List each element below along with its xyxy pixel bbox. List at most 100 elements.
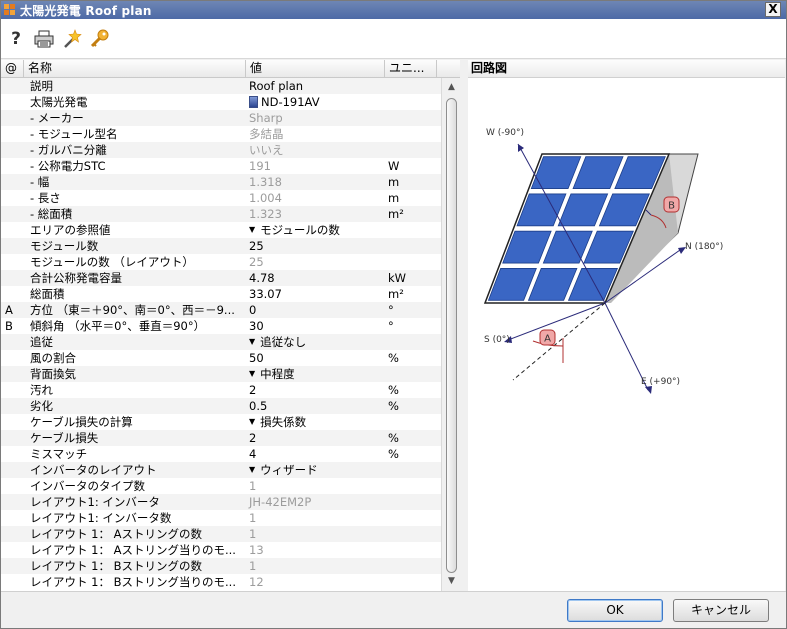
table-row[interactable]: - 総面積 1.323 m² bbox=[1, 206, 441, 222]
marker-a-label: A bbox=[544, 334, 551, 345]
table-row[interactable]: 汚れ 2% bbox=[1, 382, 441, 398]
table-row[interactable]: レイアウト1: インバータ JH-42EM2P bbox=[1, 494, 441, 510]
scroll-down-arrow[interactable]: ▼ bbox=[444, 574, 459, 589]
table-row[interactable]: ケーブル損失 2% bbox=[1, 430, 441, 446]
property-value[interactable]: 4 bbox=[246, 446, 385, 462]
property-value[interactable]: Roof plan bbox=[246, 78, 385, 94]
north-label: N (180°) bbox=[685, 242, 723, 252]
table-row[interactable]: 風の割合 50% bbox=[1, 350, 441, 366]
property-value: 1 bbox=[246, 510, 385, 526]
cancel-button[interactable]: キャンセル bbox=[673, 599, 769, 622]
vertical-scrollbar[interactable]: ▲ ▼ bbox=[441, 78, 460, 591]
print-icon[interactable] bbox=[33, 27, 55, 51]
table-row[interactable]: - 幅 1.318 m bbox=[1, 174, 441, 190]
header-at[interactable]: @ bbox=[1, 60, 24, 78]
table-row[interactable]: 追従 ▼ 追従なし bbox=[1, 334, 441, 350]
south-arrow bbox=[507, 302, 606, 341]
table-row[interactable]: モジュール数 25 bbox=[1, 238, 441, 254]
property-value[interactable]: 0.5 bbox=[246, 398, 385, 414]
header-unit[interactable]: ユニ... bbox=[385, 60, 437, 78]
row-marker bbox=[1, 286, 24, 302]
property-value[interactable]: 0 bbox=[246, 302, 385, 318]
property-value[interactable]: 2 bbox=[246, 382, 385, 398]
table-row[interactable]: モジュールの数 （レイアウト） 25 bbox=[1, 254, 441, 270]
property-value-text: 13 bbox=[249, 543, 264, 557]
property-name: 太陽光発電 bbox=[30, 95, 88, 109]
table-row[interactable]: レイアウト1: インバータ数 1 bbox=[1, 510, 441, 526]
east-arrowhead bbox=[645, 386, 652, 394]
property-value: 1.004 bbox=[246, 190, 385, 206]
property-value: 1 bbox=[246, 478, 385, 494]
table-row[interactable]: エリアの参照値 ▼ モジュールの数 bbox=[1, 222, 441, 238]
dropdown-arrow-icon[interactable]: ▼ bbox=[249, 222, 255, 238]
row-marker bbox=[1, 126, 24, 142]
east-label: E (+90°) bbox=[641, 377, 680, 387]
table-row[interactable]: インバータのタイプ数 1 bbox=[1, 478, 441, 494]
property-name: モジュールの数 （レイアウト） bbox=[30, 255, 194, 269]
table-row[interactable]: 背面換気 ▼ 中程度 bbox=[1, 366, 441, 382]
property-unit bbox=[385, 334, 437, 350]
property-unit bbox=[385, 542, 437, 558]
table-row[interactable]: - モジュール型名 多結晶 bbox=[1, 126, 441, 142]
west-label: W (-90°) bbox=[486, 128, 524, 138]
property-value[interactable]: 33.07 bbox=[246, 286, 385, 302]
property-value[interactable]: 25 bbox=[246, 238, 385, 254]
header-name[interactable]: 名称 bbox=[24, 60, 246, 78]
property-value-dropdown[interactable]: ▼ モジュールの数 bbox=[246, 222, 385, 238]
row-marker bbox=[1, 142, 24, 158]
property-value[interactable]: 2 bbox=[246, 430, 385, 446]
orientation-diagram: A B W (-90°) N (180°) S (0°) E (+90°) bbox=[483, 128, 723, 394]
scroll-thumb[interactable] bbox=[446, 98, 457, 573]
table-row[interactable]: 総面積 33.07 m² bbox=[1, 286, 441, 302]
row-marker bbox=[1, 446, 24, 462]
dropdown-arrow-icon[interactable]: ▼ bbox=[249, 366, 255, 382]
wizard-icon[interactable] bbox=[61, 27, 83, 51]
table-row[interactable]: 太陽光発電 ND-191AV bbox=[1, 94, 441, 110]
table-row[interactable]: 劣化 0.5% bbox=[1, 398, 441, 414]
table-row[interactable]: ケーブル損失の計算 ▼ 損失係数 bbox=[1, 414, 441, 430]
table-row[interactable]: B 傾斜角 （水平＝0°、垂直＝90°） 30 ° bbox=[1, 318, 441, 334]
property-unit bbox=[385, 110, 437, 126]
property-name: 総面積 bbox=[30, 287, 65, 301]
title-bar[interactable]: 太陽光発電 Roof plan X bbox=[1, 1, 786, 19]
scroll-up-arrow[interactable]: ▲ bbox=[444, 80, 459, 95]
table-row[interactable]: インバータのレイアウト ▼ ウィザード bbox=[1, 462, 441, 478]
property-value-text: 30 bbox=[249, 319, 264, 333]
table-row[interactable]: レイアウト 1： Aストリング当りのモ... 13 bbox=[1, 542, 441, 558]
table-row[interactable]: A 方位 （東＝＋90°、南＝0°、西＝－9... 0 ° bbox=[1, 302, 441, 318]
table-row[interactable]: レイアウト 1： Bストリングの数 1 bbox=[1, 558, 441, 574]
property-value[interactable]: 4.78 bbox=[246, 270, 385, 286]
property-unit: kW bbox=[388, 271, 407, 285]
property-value[interactable]: 50 bbox=[246, 350, 385, 366]
table-row[interactable]: 説明 Roof plan bbox=[1, 78, 441, 94]
close-button[interactable]: X bbox=[765, 2, 781, 17]
table-row[interactable]: - 長さ 1.004 m bbox=[1, 190, 441, 206]
table-row[interactable]: ミスマッチ 4% bbox=[1, 446, 441, 462]
table-row[interactable]: - ガルバニ分離 いいえ bbox=[1, 142, 441, 158]
property-value-text: Sharp bbox=[249, 111, 283, 125]
property-value-text: 12 bbox=[249, 575, 264, 589]
row-marker: B bbox=[5, 319, 13, 333]
dropdown-arrow-icon[interactable]: ▼ bbox=[249, 334, 255, 350]
property-value[interactable]: ND-191AV bbox=[246, 94, 385, 110]
ok-button[interactable]: OK bbox=[567, 599, 663, 622]
row-marker bbox=[1, 382, 24, 398]
dropdown-arrow-icon[interactable]: ▼ bbox=[249, 462, 255, 478]
header-value[interactable]: 値 bbox=[246, 60, 385, 78]
help-icon[interactable]: ? bbox=[5, 27, 27, 51]
table-row[interactable]: - メーカー Sharp bbox=[1, 110, 441, 126]
header-corner bbox=[437, 60, 460, 78]
table-row[interactable]: 合計公称発電容量 4.78 kW bbox=[1, 270, 441, 286]
table-row[interactable]: レイアウト 1： Aストリングの数 1 bbox=[1, 526, 441, 542]
property-value[interactable]: 30 bbox=[246, 318, 385, 334]
dropdown-arrow-icon[interactable]: ▼ bbox=[249, 414, 255, 430]
diagram-title: 回路図 bbox=[468, 60, 785, 78]
property-value-dropdown[interactable]: ▼ ウィザード bbox=[246, 462, 385, 478]
table-row[interactable]: - 公称電力STC 191 W bbox=[1, 158, 441, 174]
key-icon[interactable] bbox=[89, 27, 111, 51]
table-row[interactable]: レイアウト 1： Bストリング当りのモ... 12 bbox=[1, 574, 441, 590]
property-value-dropdown[interactable]: ▼ 損失係数 bbox=[246, 414, 385, 430]
property-value-dropdown[interactable]: ▼ 中程度 bbox=[246, 366, 385, 382]
property-value-dropdown[interactable]: ▼ 追従なし bbox=[246, 334, 385, 350]
property-name: インバータのタイプ数 bbox=[30, 479, 145, 493]
